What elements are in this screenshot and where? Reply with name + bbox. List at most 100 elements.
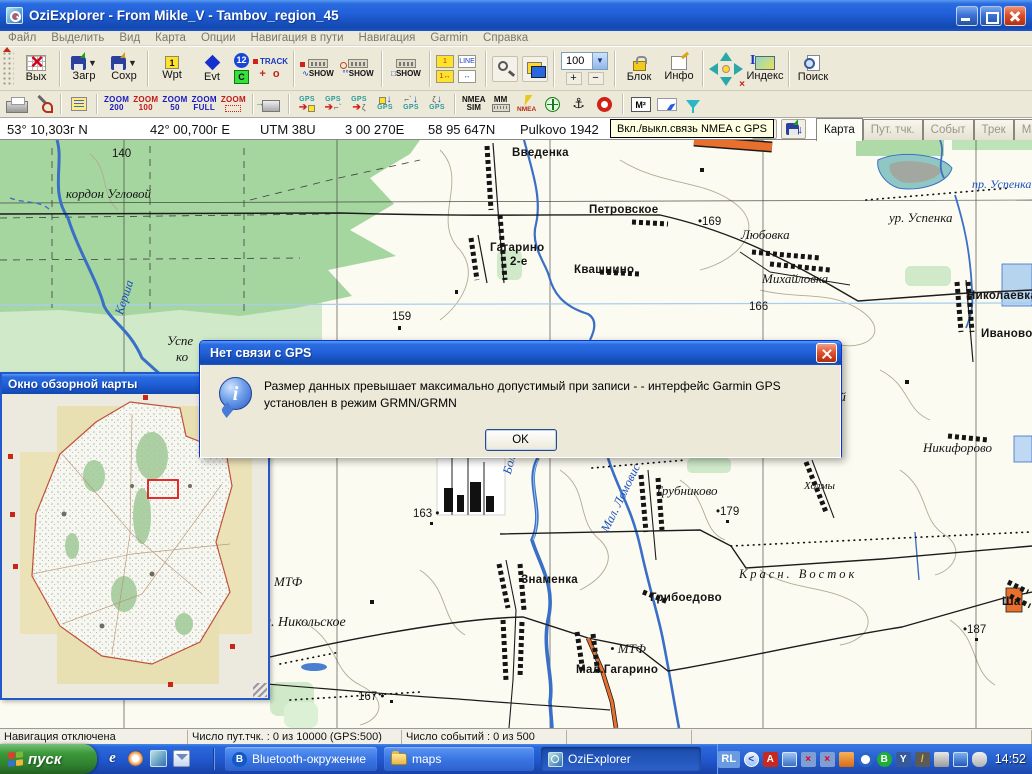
anchor-alarm-button[interactable]: ⚓ xyxy=(566,92,592,116)
map-comment-button[interactable]: 12 xyxy=(234,53,249,68)
map-feature-button[interactable]: C xyxy=(234,70,249,84)
map-data-tab[interactable]: Марш xyxy=(1014,119,1032,141)
show-waypoints-button[interactable]: °°SHOW xyxy=(338,48,378,90)
task-bluetooth[interactable]: B Bluetooth-окружение xyxy=(225,747,377,771)
point-tools-button[interactable]: + о xyxy=(259,68,281,80)
task-oziexplorer[interactable]: OziExplorer xyxy=(541,747,701,771)
wireless-tray-icon[interactable]: Y xyxy=(896,752,911,767)
gps-send-waypoints-button[interactable]: GPS➔ xyxy=(294,92,320,116)
resize-grip[interactable] xyxy=(253,683,267,697)
menu-item[interactable]: Справка xyxy=(483,32,528,44)
nmea-connect-button[interactable]: NMEA xyxy=(514,92,540,116)
zoom-in-button[interactable]: + xyxy=(566,72,582,85)
menu-item[interactable]: Выделить xyxy=(51,32,104,44)
map-tools-button[interactable] xyxy=(30,92,56,116)
search-button[interactable]: Поиск xyxy=(793,48,833,90)
map-data-tab[interactable]: Карта xyxy=(816,118,863,141)
menu-item[interactable]: Карта xyxy=(155,32,186,44)
zoom-window-button[interactable]: ZOOM xyxy=(219,92,248,116)
map-data-tab[interactable]: Пут. тчк. xyxy=(863,119,923,141)
task-maps-folder[interactable]: maps xyxy=(384,747,534,771)
ruler-tool-button[interactable]: ↔ xyxy=(458,70,476,83)
pan-down-icon[interactable] xyxy=(720,77,732,86)
mouse-tray-icon[interactable] xyxy=(972,752,987,767)
menu-item[interactable]: Файл xyxy=(8,32,36,44)
pen-tray-icon[interactable]: / xyxy=(915,752,930,767)
show-route-button[interactable]: □SHOW xyxy=(386,48,426,90)
zoom-50-button[interactable]: ZOOM50 xyxy=(160,92,189,116)
toolbar-drag-handle[interactable] xyxy=(2,51,14,87)
gps-send-track-button[interactable]: GPS➔⌐` xyxy=(320,92,346,116)
plotter-button[interactable] xyxy=(4,92,30,116)
load-button[interactable]: ▼ Загр xyxy=(64,48,104,90)
removable-device-tray-icon[interactable] xyxy=(934,752,949,767)
chevron-down-icon[interactable]: ▼ xyxy=(592,53,607,69)
tray-collapse-icon[interactable]: < xyxy=(744,752,759,767)
index-button[interactable]: Индекс xyxy=(745,48,785,90)
dialog-title-bar[interactable]: Нет связи с GPS xyxy=(200,341,841,365)
pan-left-icon[interactable] xyxy=(709,63,718,75)
gps-get-route-button[interactable]: ζ↓GPS xyxy=(424,92,450,116)
track-control-button[interactable]: TRACK xyxy=(253,57,288,66)
profile-chart-button[interactable] xyxy=(654,92,680,116)
close-button[interactable] xyxy=(1004,6,1026,26)
menu-item[interactable]: Навигация в пути xyxy=(251,32,344,44)
radar-button[interactable] xyxy=(540,92,566,116)
event-button[interactable]: Evt xyxy=(192,48,232,90)
oziexplorer-quicklaunch-icon[interactable] xyxy=(150,750,167,767)
dialog-close-button[interactable] xyxy=(816,343,837,363)
save-button[interactable]: ▼ Сохр xyxy=(104,48,144,90)
language-indicator[interactable]: RL xyxy=(718,751,740,768)
menu-item[interactable]: Опции xyxy=(201,32,236,44)
java-tray-icon[interactable] xyxy=(839,752,854,767)
zoom-200-button[interactable]: ZOOM200 xyxy=(102,92,131,116)
network-disabled-tray-icon-2[interactable]: × xyxy=(820,752,835,767)
pan-close-icon[interactable]: × xyxy=(739,79,745,90)
moving-map-button[interactable]: MM xyxy=(488,92,514,116)
internet-explorer-icon[interactable]: e xyxy=(104,750,121,767)
menu-item[interactable]: Garmin xyxy=(430,32,468,44)
exit-button[interactable]: Вых xyxy=(16,48,56,90)
pan-up-icon[interactable] xyxy=(720,52,732,61)
map-data-tab[interactable]: Трек xyxy=(974,119,1014,141)
info-button[interactable]: Инфо xyxy=(659,48,699,90)
show-track-button[interactable]: ∿SHOW xyxy=(298,48,338,90)
man-overboard-button[interactable] xyxy=(592,92,618,116)
zoom-out-button[interactable]: − xyxy=(588,72,604,85)
ok-button[interactable]: OK xyxy=(485,429,557,451)
waypoint-button[interactable]: 1 Wpt xyxy=(152,48,192,90)
zoom-100-button[interactable]: ZOOM100 xyxy=(131,92,160,116)
network-disabled-tray-icon[interactable]: × xyxy=(801,752,816,767)
mail-icon[interactable] xyxy=(173,750,190,767)
waypoint-list-button[interactable]: 1 xyxy=(436,55,454,68)
map-view-button[interactable] xyxy=(522,56,548,82)
zoom-level-select[interactable]: 100 ▼ xyxy=(561,52,608,70)
gps-get-track-button[interactable]: ⌐`↓GPS xyxy=(398,92,424,116)
pan-center-icon[interactable] xyxy=(722,65,730,73)
print-map-button[interactable] xyxy=(258,92,284,116)
area-measure-button[interactable]: M² xyxy=(628,92,654,116)
display-settings-tray-icon[interactable] xyxy=(953,752,968,767)
map-data-tab[interactable]: Событ xyxy=(923,119,974,141)
menu-item[interactable]: Вид xyxy=(119,32,140,44)
bluetooth-tray-icon[interactable]: B xyxy=(877,752,892,767)
stopwatch-tray-icon[interactable] xyxy=(858,752,873,767)
waypoint-distance-button[interactable]: 1↔ xyxy=(436,70,454,83)
media-player-icon[interactable] xyxy=(127,750,144,767)
gps-get-waypoints-button[interactable]: ↓GPS xyxy=(372,92,398,116)
zoom-full-button[interactable]: ZOOMFULL xyxy=(190,92,219,116)
lock-button[interactable]: Блок xyxy=(619,48,659,90)
pan-right-icon[interactable] xyxy=(734,63,743,75)
restore-button[interactable] xyxy=(980,6,1002,26)
pan-control[interactable]: × xyxy=(709,52,743,86)
minimize-button[interactable] xyxy=(956,6,978,26)
start-button[interactable]: пуск xyxy=(0,744,97,774)
magnify-button[interactable] xyxy=(492,56,518,82)
pdf-tray-icon[interactable]: A xyxy=(763,752,778,767)
menu-item[interactable]: Навигация xyxy=(359,32,416,44)
save-position-button[interactable]: ↓ xyxy=(781,119,806,139)
filter-button[interactable] xyxy=(680,92,706,116)
nmea-simulation-button[interactable]: NMEASIM xyxy=(460,92,488,116)
map-list-button[interactable] xyxy=(66,92,92,116)
line-tool-button[interactable]: LINE xyxy=(458,55,476,68)
